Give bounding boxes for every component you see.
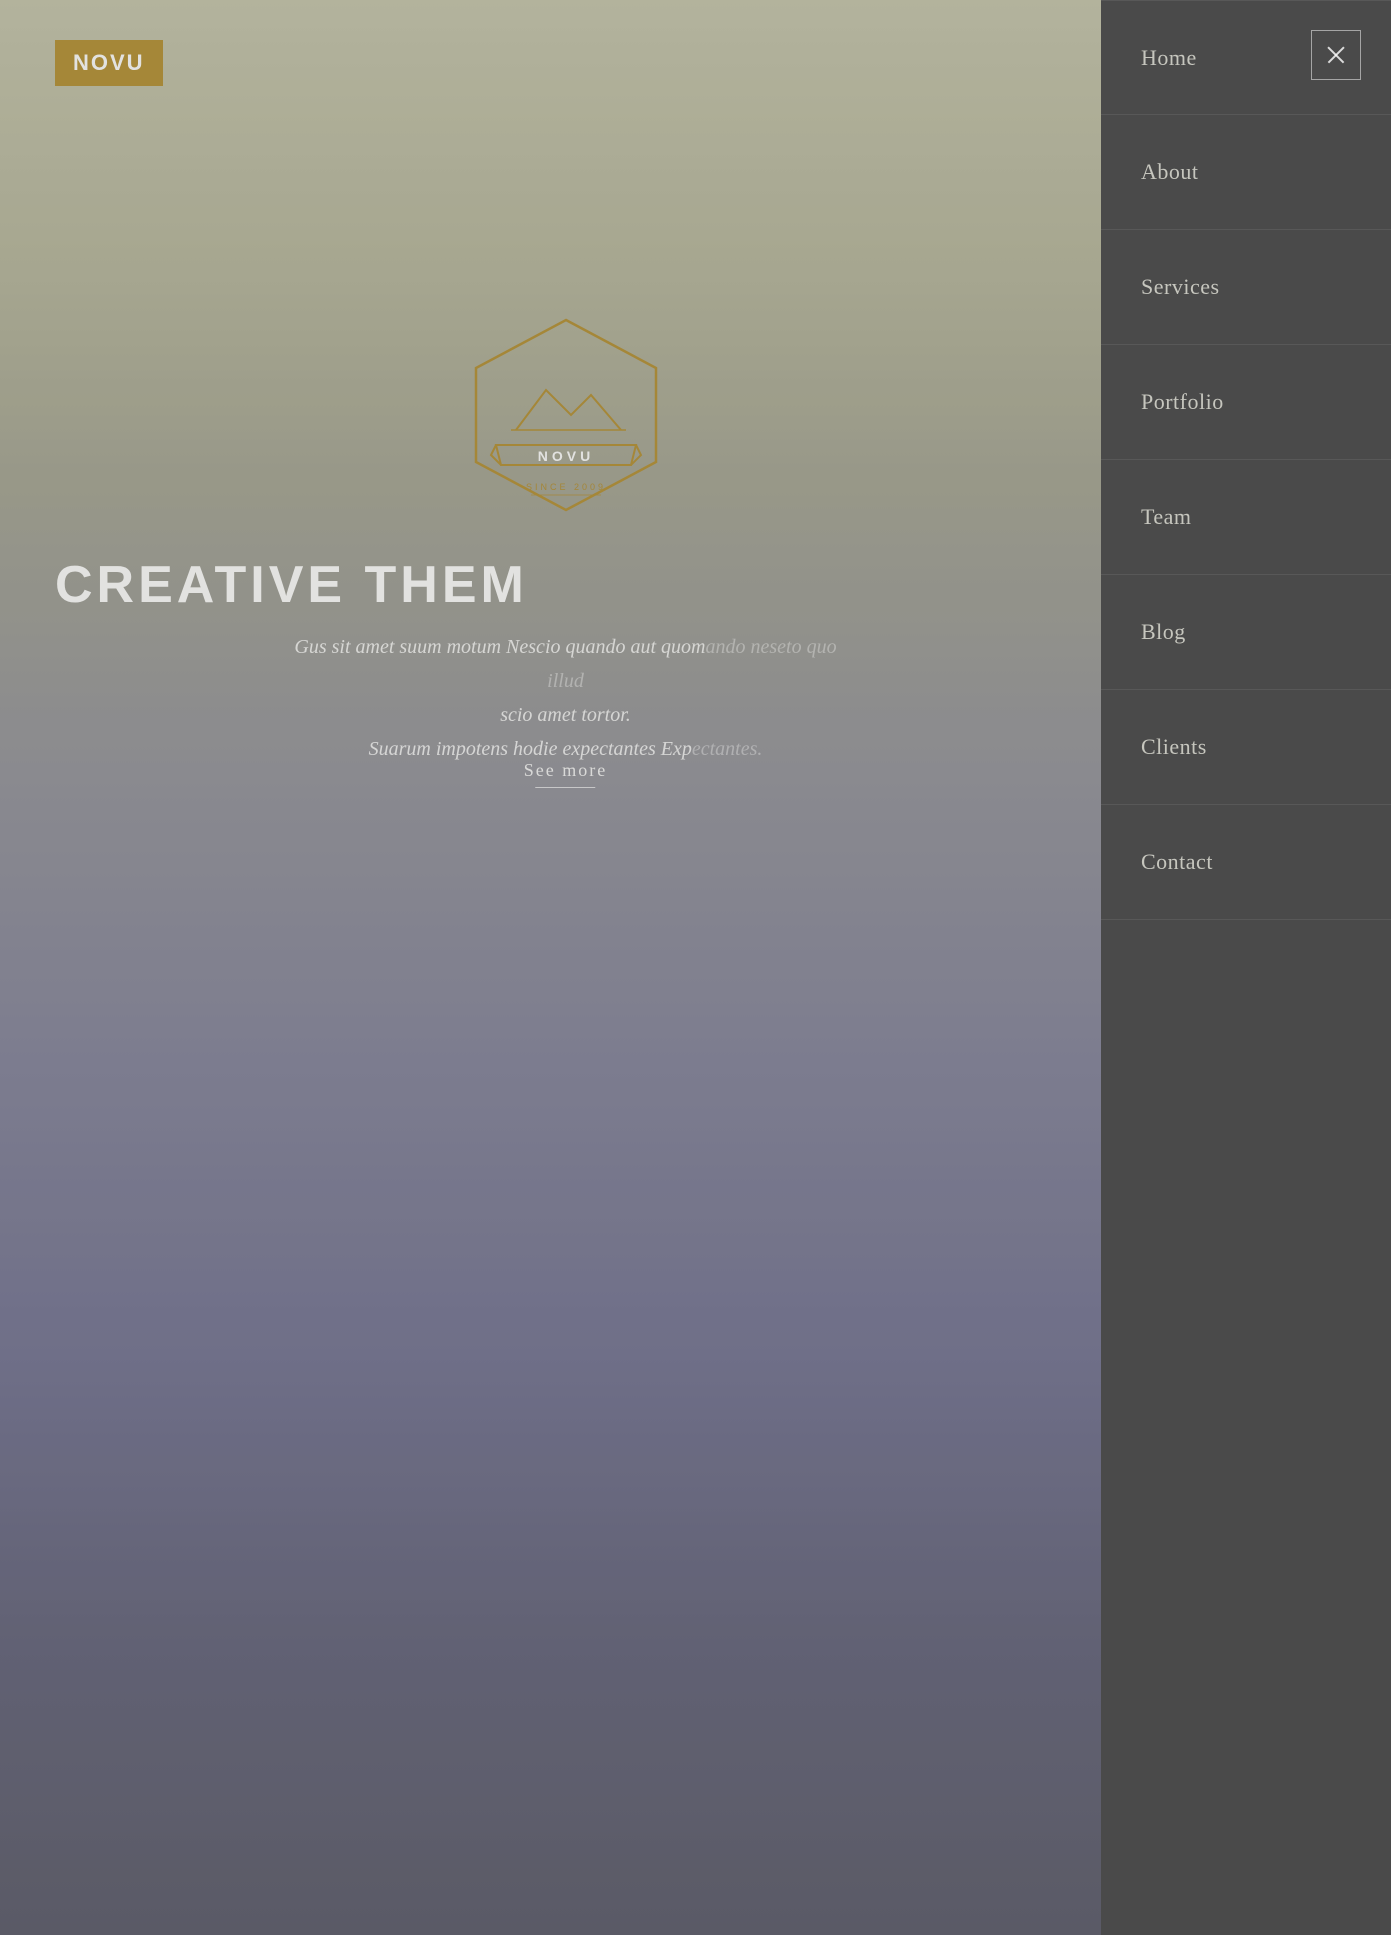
logo-box[interactable]: NOVU [55,40,163,86]
nav-item-portfolio[interactable]: Portfolio [1101,345,1391,460]
hero-subtitle: Gus sit amet suum motum Nescio quando au… [286,630,846,766]
nav-item-about[interactable]: About [1101,115,1391,230]
nav-item-clients[interactable]: Clients [1101,690,1391,805]
see-more-link[interactable]: See more [524,760,607,788]
nav-item-team[interactable]: Team [1101,460,1391,575]
hero-title: CREATIVE THEM [55,555,528,615]
center-badge: NOVU SINCE 2009 [456,310,676,540]
sidebar-nav: Home About Services Portfolio Team Blog … [1101,0,1391,1935]
nav-item-services[interactable]: Services [1101,230,1391,345]
svg-text:NOVU: NOVU [537,448,593,464]
nav-item-contact[interactable]: Contact [1101,805,1391,920]
svg-text:SINCE 2009: SINCE 2009 [525,482,605,492]
logo-text: NOVU [73,50,145,75]
close-button[interactable] [1311,30,1361,80]
nav-item-blog[interactable]: Blog [1101,575,1391,690]
nav-items: Home About Services Portfolio Team Blog … [1101,0,1391,920]
